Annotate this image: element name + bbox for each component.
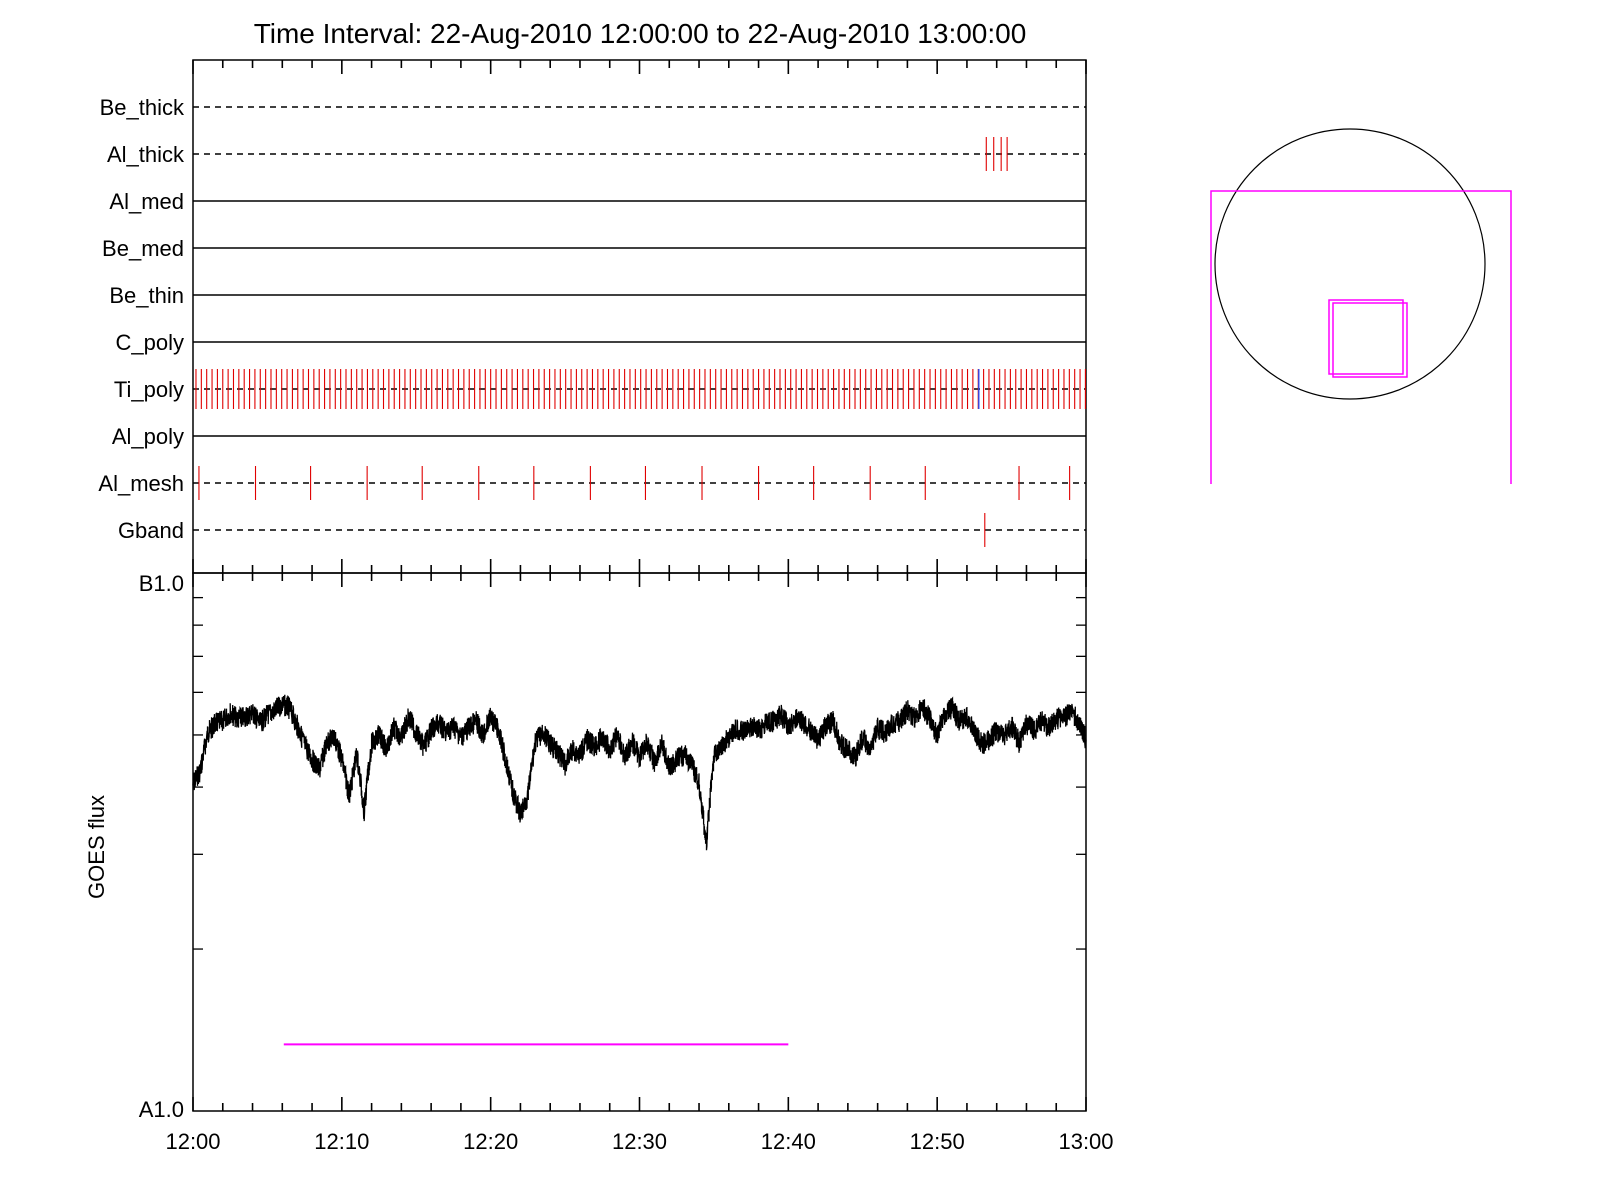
timeline-row-label: Be_med	[102, 236, 184, 261]
goes-y-tick-label-bottom: A1.0	[139, 1097, 184, 1122]
goes-flux-series-line	[192, 694, 1087, 851]
timeline-row-label: Gband	[118, 518, 184, 543]
timeline-row: Al_med	[109, 189, 1086, 214]
time-axis-label: 12:10	[314, 1129, 369, 1154]
time-axis-labels: 12:00 12:10 12:20 12:30 12:40 12:50 13:00	[165, 1129, 1113, 1154]
timeline-row: Al_poly	[112, 424, 1086, 449]
timeline-plot-frame	[192, 59, 1087, 574]
timeline-row-label: Be_thick	[100, 95, 185, 120]
timeline-row-label: Al_poly	[112, 424, 184, 449]
timeline-row-label: Be_thin	[109, 283, 184, 308]
diagram-box-inner	[1332, 302, 1408, 378]
timeline-row: Be_thick	[100, 95, 1086, 120]
goes-axis-ticks	[192, 596, 1087, 1111]
timeline-row-label: Al_med	[109, 189, 184, 214]
diagram-circle	[1214, 128, 1486, 400]
goes-plot-frame	[192, 572, 1087, 1112]
time-axis-label: 13:00	[1058, 1129, 1113, 1154]
time-axis-label: 12:40	[761, 1129, 816, 1154]
time-axis-label: 12:30	[612, 1129, 667, 1154]
timeline-row-label: Al_thick	[107, 142, 185, 167]
diagram-frame	[1210, 190, 1512, 484]
timeline-row: C_poly	[116, 330, 1086, 355]
time-axis-label: 12:50	[910, 1129, 965, 1154]
timeline-row: Ti_poly	[114, 369, 1086, 409]
timeline-row: Al_mesh	[98, 466, 1086, 500]
goes-flux-panel: B1.0 A1.0 GOES flux 12:00 12:10 12:20 12:30…	[84, 571, 1114, 1154]
diagram-box-outer	[1328, 299, 1404, 375]
goes-y-tick-label-top: B1.0	[139, 571, 184, 596]
time-axis-label: 12:20	[463, 1129, 518, 1154]
timeline-row: Be_thin	[109, 283, 1086, 308]
timeline-rows: Be_thick Al_thick Al_med Be_med Be_thin C_pol…	[98, 95, 1086, 547]
timeline-row: Be_med	[102, 236, 1086, 261]
timeline-row: Al_thick	[107, 137, 1086, 171]
timeline-row-label: Al_mesh	[98, 471, 184, 496]
timeline-row-label: C_poly	[116, 330, 184, 355]
chart-title: Time Interval: 22-Aug-2010 12:00:00 to 2…	[254, 18, 1027, 49]
pointing-diagram	[1210, 128, 1512, 484]
timeline-time-ticks	[192, 60, 1087, 587]
timeline-row: Gband	[118, 513, 1086, 547]
time-axis-label: 12:00	[165, 1129, 220, 1154]
timeline-row-label: Ti_poly	[114, 377, 184, 402]
event-timeline-panel: Be_thick Al_thick Al_med Be_med Be_thin C_pol…	[98, 59, 1087, 587]
figure: Time Interval: 22-Aug-2010 12:00:00 to 2…	[84, 18, 1512, 1154]
goes-y-axis-label: GOES flux	[84, 795, 109, 899]
